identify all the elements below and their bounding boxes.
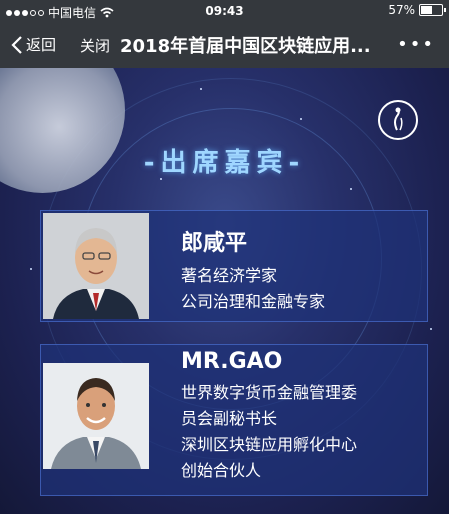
- star: [350, 188, 352, 190]
- guest-title-line: 员会副秘书长: [181, 409, 278, 428]
- guest-name: 郎咸平: [181, 231, 248, 256]
- guest-title-line: 世界数字货币金融管理委: [181, 383, 358, 402]
- guest-photo: [43, 363, 149, 469]
- more-button[interactable]: •••: [397, 34, 435, 55]
- page-title: 2018年首届中国区块链应用...: [120, 36, 371, 57]
- guest-card: 郎咸平 著名经济学家 公司治理和金融专家: [40, 210, 428, 322]
- guest-title-line: 深圳区块链应用孵化中心: [181, 435, 358, 454]
- guest-photo: [43, 213, 149, 319]
- star: [30, 268, 32, 270]
- guest-info: 郎咸平 著名经济学家 公司治理和金融专家: [181, 225, 325, 315]
- nav-bar: 返回 关闭 2018年首届中国区块链应用... •••: [0, 22, 449, 68]
- guest-name: MR.GAO: [181, 349, 283, 374]
- star: [430, 328, 432, 330]
- guest-card: MR.GAO 世界数字货币金融管理委 员会副秘书长 深圳区块链应用孵化中心 创始…: [40, 344, 428, 496]
- close-button[interactable]: 关闭: [80, 35, 110, 56]
- star: [300, 118, 302, 120]
- star: [200, 88, 202, 90]
- clock: 09:43: [205, 4, 244, 18]
- back-button[interactable]: 返回: [10, 34, 56, 55]
- chevron-left-icon: [11, 35, 22, 54]
- guest-title-line: 创始合伙人: [181, 461, 262, 480]
- battery-icon: [419, 4, 446, 16]
- battery-group: 57%: [388, 3, 446, 17]
- guest-info: MR.GAO 世界数字货币金融管理委 员会副秘书长 深圳区块链应用孵化中心 创始…: [181, 349, 357, 484]
- back-label: 返回: [26, 36, 57, 54]
- article-content: -出席嘉宾- 郎咸平 著名经济学家 公司治理和金融专家 MR.GAO 世界数字货…: [0, 68, 449, 514]
- guest-title-line: 公司治理和金融专家: [181, 292, 326, 311]
- battery-percent: 57%: [388, 3, 415, 17]
- guest-title-line: 著名经济学家: [181, 266, 278, 285]
- section-title: -出席嘉宾-: [143, 148, 306, 178]
- status-bar: 中国电信 09:43 57%: [0, 0, 449, 22]
- logo-icon: [378, 100, 418, 140]
